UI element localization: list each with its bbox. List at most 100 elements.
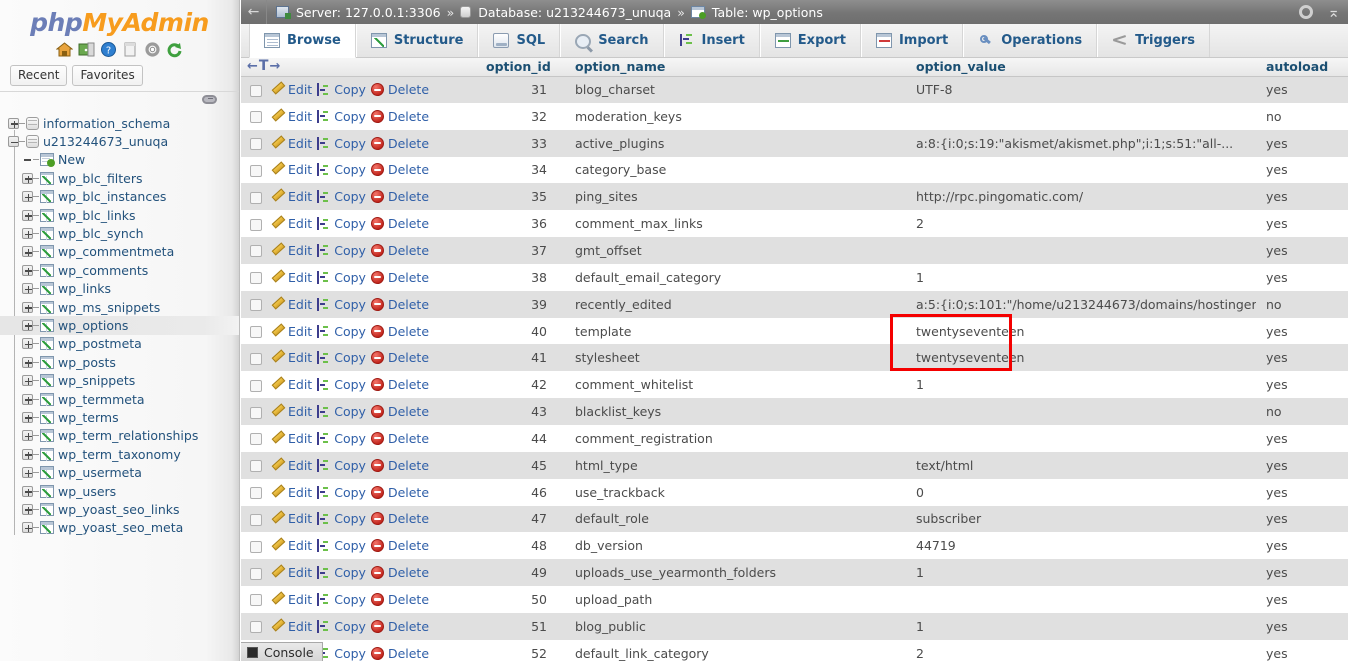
cell-autoload[interactable]: no	[1256, 290, 1348, 318]
table-row[interactable]: Edit Copy Delete 33 active_plugins a:8:{i:0;s…	[241, 129, 1348, 157]
tree-item-wp-term-taxonomy[interactable]: wp_term_taxonomy	[0, 445, 239, 463]
cell-option-id[interactable]: 32	[476, 102, 561, 130]
tree-item-label[interactable]: wp_options	[58, 318, 128, 333]
table-row[interactable]: Edit Copy Delete 47 default_role subscriber ye…	[241, 505, 1348, 533]
cell-option-id[interactable]: 33	[476, 129, 561, 157]
nav-right-arrow[interactable]: →	[269, 59, 280, 74]
cell-autoload[interactable]: no	[1256, 398, 1348, 425]
cell-autoload[interactable]: yes	[1256, 639, 1348, 661]
cell-autoload[interactable]: yes	[1256, 424, 1348, 452]
row-checkbox[interactable]	[250, 460, 262, 473]
cell-option-name[interactable]: comment_registration	[561, 424, 906, 452]
copy-row-link[interactable]: Copy	[317, 324, 366, 339]
edit-row-link[interactable]: Edit	[271, 189, 312, 204]
cell-option-value[interactable]: 1	[906, 612, 1256, 640]
tree-item-wp-term-relationships[interactable]: wp_term_relationships	[0, 427, 239, 445]
tab-export[interactable]: Export	[759, 24, 861, 57]
copy-row-link[interactable]: Copy	[317, 404, 366, 419]
table-row[interactable]: Edit Copy Delete 41 stylesheet twentyseventee…	[241, 344, 1348, 372]
cell-option-value[interactable]: 2	[906, 210, 1256, 238]
cell-autoload[interactable]: yes	[1256, 586, 1348, 613]
expand-plus-icon[interactable]	[22, 191, 33, 203]
row-checkbox[interactable]	[250, 487, 262, 500]
cell-option-value[interactable]: UTF-8	[906, 76, 1256, 103]
cell-option-name[interactable]: db_version	[561, 532, 906, 560]
expand-plus-icon[interactable]	[22, 430, 33, 442]
delete-row-link[interactable]: Delete	[370, 619, 429, 634]
cell-autoload[interactable]: yes	[1256, 478, 1348, 506]
cell-autoload[interactable]: yes	[1256, 317, 1348, 345]
settings-icon[interactable]	[144, 41, 161, 58]
edit-row-link[interactable]: Edit	[271, 136, 312, 151]
edit-row-link[interactable]: Edit	[271, 538, 312, 553]
column-header-option-value[interactable]: option_value	[906, 58, 1256, 77]
cell-autoload[interactable]: yes	[1256, 559, 1348, 587]
edit-row-link[interactable]: Edit	[271, 619, 312, 634]
cell-option-name[interactable]: default_role	[561, 505, 906, 533]
row-checkbox[interactable]	[250, 245, 262, 258]
row-checkbox[interactable]	[250, 299, 262, 312]
table-row[interactable]: Edit Copy Delete 36 comment_max_links 2 yes	[241, 210, 1348, 238]
edit-row-link[interactable]: Edit	[271, 458, 312, 473]
cell-option-value[interactable]: twentyseventeen	[906, 344, 1256, 372]
cell-option-id[interactable]: 39	[476, 290, 561, 318]
tree-item-label[interactable]: wp_usermeta	[58, 465, 142, 480]
row-checkbox[interactable]	[250, 379, 262, 392]
table-row[interactable]: Edit Copy Delete 39 recently_edited a:5:{i:0;…	[241, 290, 1348, 318]
cell-option-id[interactable]: 41	[476, 344, 561, 372]
cell-option-id[interactable]: 49	[476, 559, 561, 587]
cell-option-name[interactable]: comment_max_links	[561, 210, 906, 238]
copy-row-link[interactable]: Copy	[317, 377, 366, 392]
sort-nav-arrows[interactable]: ← T →	[241, 58, 476, 74]
table-row[interactable]: Edit Copy Delete 50 upload_path yes	[241, 586, 1348, 613]
table-row[interactable]: Edit Copy Delete 38 default_email_category 1 y…	[241, 263, 1348, 291]
cell-option-value[interactable]	[906, 424, 1256, 452]
tree-item-information-schema[interactable]: information_schema	[0, 114, 239, 132]
row-checkbox[interactable]	[250, 164, 262, 177]
server-exit-icon[interactable]	[78, 41, 95, 58]
expand-plus-icon[interactable]	[22, 209, 33, 221]
row-checkbox[interactable]	[250, 218, 262, 231]
edit-row-link[interactable]: Edit	[271, 404, 312, 419]
cell-option-value[interactable]: text/html	[906, 451, 1256, 479]
edit-row-link[interactable]: Edit	[271, 350, 312, 365]
edit-row-link[interactable]: Edit	[271, 109, 312, 124]
nav-t-glyph[interactable]: T	[259, 58, 269, 74]
expand-plus-icon[interactable]	[22, 375, 33, 387]
cell-option-name[interactable]: default_link_category	[561, 639, 906, 661]
delete-row-link[interactable]: Delete	[370, 136, 429, 151]
tree-item-label[interactable]: wp_yoast_seo_links	[58, 502, 180, 517]
tree-item-label[interactable]: wp_posts	[58, 355, 116, 370]
tree-item-label[interactable]: wp_ms_snippets	[58, 300, 160, 315]
tree-item-label[interactable]: information_schema	[43, 116, 170, 131]
tree-item-label[interactable]: wp_term_taxonomy	[58, 447, 181, 462]
tree-item-label[interactable]: u213244673_unuqa	[43, 134, 168, 149]
table-row[interactable]: Edit Copy Delete 51 blog_public 1 yes	[241, 612, 1348, 640]
cell-option-id[interactable]: 42	[476, 371, 561, 399]
tab-operations[interactable]: Operations	[963, 24, 1098, 57]
cell-option-id[interactable]: 50	[476, 586, 561, 613]
tab-triggers[interactable]: Triggers	[1097, 24, 1211, 57]
cell-option-name[interactable]: moderation_keys	[561, 102, 906, 130]
cell-option-name[interactable]: gmt_offset	[561, 237, 906, 264]
copy-row-link[interactable]: Copy	[317, 216, 366, 231]
cell-option-name[interactable]: blog_public	[561, 612, 906, 640]
cell-option-name[interactable]: recently_edited	[561, 290, 906, 318]
expand-plus-icon[interactable]	[22, 448, 33, 460]
edit-row-link[interactable]: Edit	[271, 270, 312, 285]
chain-link-icon[interactable]	[202, 95, 217, 104]
cell-option-value[interactable]: twentyseventeen	[906, 317, 1256, 345]
table-row[interactable]: Edit Copy Delete 40 template twentyseventeen y…	[241, 317, 1348, 345]
cell-option-id[interactable]: 34	[476, 156, 561, 184]
copy-row-link[interactable]: Copy	[317, 592, 366, 607]
delete-row-link[interactable]: Delete	[370, 565, 429, 580]
tree-item-wp-ms-snippets[interactable]: wp_ms_snippets	[0, 298, 239, 316]
cell-option-name[interactable]: comment_whitelist	[561, 371, 906, 399]
expand-plus-icon[interactable]	[22, 411, 33, 423]
copy-row-link[interactable]: Copy	[317, 619, 366, 634]
cell-option-name[interactable]: template	[561, 317, 906, 345]
edit-row-link[interactable]: Edit	[271, 592, 312, 607]
table-row[interactable]: Edit Copy Delete 45 html_type text/html yes	[241, 451, 1348, 479]
expand-plus-icon[interactable]	[22, 319, 33, 331]
expand-plus-icon[interactable]	[22, 503, 33, 515]
